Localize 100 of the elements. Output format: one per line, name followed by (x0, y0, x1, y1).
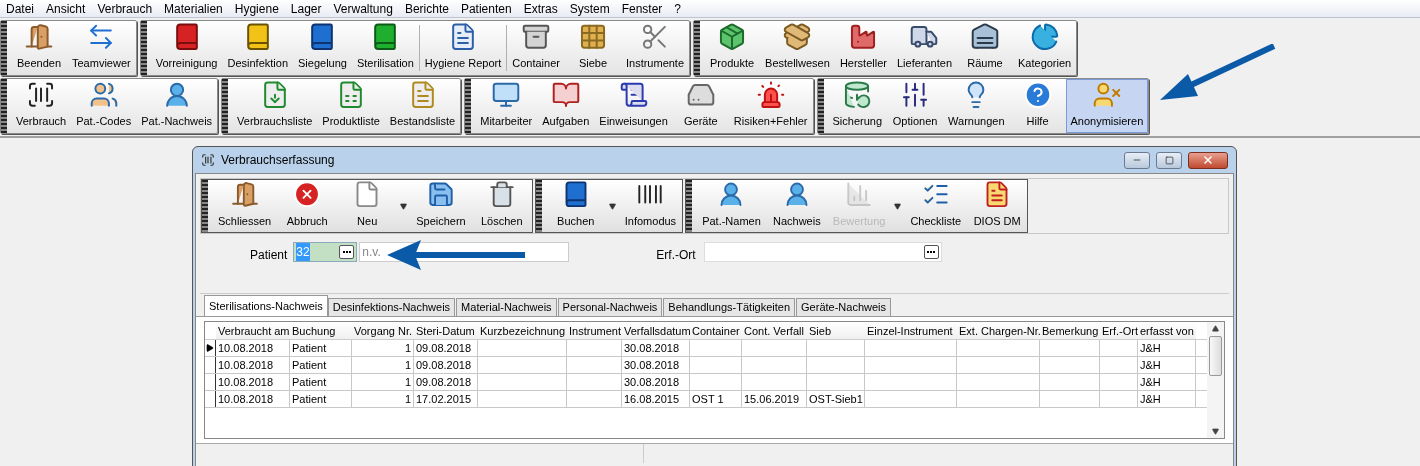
maximize-button[interactable] (1156, 151, 1182, 169)
table-cell: 30.08.2018 (624, 376, 680, 388)
scroll-down-icon (1212, 428, 1219, 435)
toolbar-button[interactable]: Produkte (704, 21, 761, 75)
toolbar-button[interactable]: Checkliste (904, 180, 968, 232)
menu-item[interactable]: Berichte (398, 0, 455, 18)
toolbar-button[interactable]: Neu (337, 180, 398, 232)
toolbar-button[interactable]: Beenden (11, 21, 67, 75)
toolbar-button[interactable]: Teamviewer (67, 21, 136, 75)
scroll-icon (618, 80, 649, 110)
tab[interactable]: Personal-Nachweis (557, 298, 663, 316)
toolbar-button[interactable]: Geräte (672, 79, 729, 133)
table-cell: 30.08.2018 (624, 359, 680, 371)
close-button[interactable] (1188, 151, 1228, 169)
menu-item[interactable]: Extras (517, 0, 564, 18)
toolbar-button[interactable]: Vorreinigung (150, 21, 223, 75)
toolbar-button[interactable]: Hygiene Report (419, 21, 507, 75)
table-cell: 15.06.2019 (744, 393, 800, 405)
table-cell: 09.08.2018 (416, 342, 472, 354)
toolbar-button[interactable]: Bestellwesen (760, 21, 835, 75)
menu-item[interactable]: Datei (0, 0, 40, 18)
toolbar-button[interactable]: Instrumente (620, 21, 690, 75)
toolbar-button[interactable]: Bestandsliste (384, 79, 461, 133)
tab[interactable]: Geräte-Nachweis (796, 298, 892, 316)
toolbar-button[interactable]: Siegelung (293, 21, 352, 75)
menu-item[interactable]: Verwaltung (327, 0, 399, 18)
location-field[interactable] (703, 242, 942, 262)
menu-item[interactable]: Verbrauch (91, 0, 159, 18)
toolbar-button[interactable]: Sicherung (827, 79, 888, 133)
open-book-icon (550, 80, 581, 110)
toolbar-button[interactable]: Optionen (887, 79, 944, 133)
field-label: Patient (250, 247, 288, 264)
toolbar-button[interactable]: Nachweis (766, 180, 827, 232)
toolbar-button[interactable]: Infomodus (618, 180, 683, 232)
row-indicator[interactable] (205, 340, 216, 356)
menu-item[interactable]: Materialien (158, 0, 229, 18)
tab[interactable]: Desinfektions-Nachweis (327, 298, 456, 316)
table-cell: Patient (292, 393, 327, 405)
toolbar-button[interactable]: Risiken+Fehler (728, 79, 813, 133)
table-cell: 1 (404, 342, 411, 354)
tab[interactable]: Behandlungs-Tätigkeiten (663, 298, 796, 316)
toolbar-button[interactable]: Produktliste (317, 79, 385, 133)
toolbar-button[interactable]: DIOS DM (967, 180, 1028, 232)
toolbar-button[interactable]: Pat.-Nachweis (136, 79, 218, 133)
current-row-icon (206, 344, 214, 352)
table-cell: 30.08.2018 (624, 342, 680, 354)
tab[interactable]: Material-Nachweis (456, 298, 557, 316)
toolbar-button[interactable]: Lieferanten (891, 21, 957, 75)
pie-chart-icon (1029, 22, 1060, 52)
minimize-button[interactable] (1124, 151, 1150, 169)
toolbar-button[interactable]: Sterilisation (351, 21, 419, 75)
toolbar-button[interactable]: Hilfe (1009, 79, 1066, 133)
tab[interactable]: Sterilisations-Nachweis (204, 295, 328, 316)
toolbar-button[interactable]: Hersteller (834, 21, 892, 75)
menu-item[interactable]: Patienten (454, 0, 518, 18)
window-title: Verbrauchserfassung (221, 152, 335, 169)
toolbar-button[interactable]: Desinfektion (222, 21, 293, 75)
menu-item[interactable]: Fenster (615, 0, 669, 18)
table-cell: 1 (404, 359, 411, 371)
table-cell: 10.08.2018 (218, 359, 274, 371)
toolbar-button[interactable]: Siebe (564, 21, 621, 75)
app-icon (201, 153, 215, 167)
toolbar-button[interactable]: Kategorien (1013, 21, 1077, 75)
lookup-button[interactable] (339, 245, 355, 259)
toolbar-button[interactable]: Speichern (410, 180, 472, 232)
menu-item[interactable]: ? (668, 0, 688, 18)
caret-icon (400, 202, 408, 210)
toolbar-button[interactable]: Löschen (471, 180, 532, 232)
scrollbar[interactable] (1207, 322, 1224, 438)
toolbar-button[interactable]: Abbruch (277, 180, 338, 232)
toolbar-button[interactable]: Einweisungen (594, 79, 673, 133)
backup-icon (842, 80, 873, 110)
table-cell: J&H (1140, 359, 1161, 371)
table-cell: 1 (404, 376, 411, 388)
toolbar-button[interactable]: Buchen (545, 180, 606, 232)
menu-item[interactable]: Ansicht (40, 0, 92, 18)
toolbar-button[interactable]: Container (507, 21, 565, 75)
menu-item[interactable]: Lager (284, 0, 328, 18)
package-icon (782, 22, 813, 52)
menu-item[interactable]: System (563, 0, 616, 18)
toolbar-button[interactable]: Pat.-Namen (696, 180, 767, 232)
toolbar-button[interactable]: Warnungen (943, 79, 1010, 133)
toolbar-button[interactable]: Pat.-Codes (71, 79, 137, 133)
caret-icon (894, 202, 902, 210)
table-cell: 17.02.2015 (416, 393, 472, 405)
monitor-icon (491, 80, 522, 110)
toolbar-button[interactable]: Räume (957, 21, 1013, 75)
lookup-button[interactable] (923, 245, 939, 259)
toolbar-button[interactable]: Schliessen (212, 180, 278, 232)
warehouse-icon (970, 22, 1000, 52)
toolbar-button[interactable]: Mitarbeiter (475, 79, 538, 133)
toolbar-button[interactable]: Verbrauchsliste (232, 79, 318, 133)
menu-item[interactable]: Hygiene (228, 0, 285, 18)
toolbar-button[interactable]: Aufgaben (537, 79, 595, 133)
toolbar-button[interactable]: Verbrauch (11, 79, 72, 133)
table-cell: OST 1 (692, 393, 724, 405)
caret-icon (608, 202, 616, 210)
toolbar-button[interactable]: Anonymisieren (1065, 79, 1149, 133)
table-cell: Patient (292, 376, 327, 388)
scroll-thumb[interactable] (1209, 336, 1222, 376)
